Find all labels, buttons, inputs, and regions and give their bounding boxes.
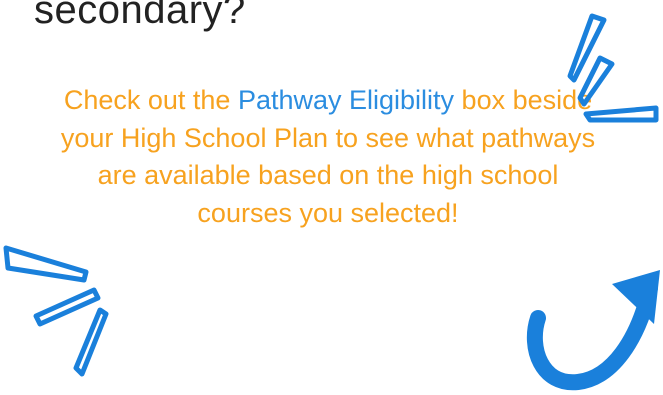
pathway-eligibility-link[interactable]: Pathway Eligibility (238, 85, 454, 115)
message-intro: Check out the (63, 85, 238, 115)
pathway-message: Check out the Pathway Eligibility box be… (60, 82, 596, 232)
heading-text: secondary? (34, 0, 246, 32)
infographic-canvas: secondary? Check out the Pathway Eligibi… (0, 0, 663, 395)
burst-lines-icon (567, 13, 659, 123)
curved-arrow-icon (526, 270, 660, 391)
burst-lines-icon (3, 245, 109, 377)
